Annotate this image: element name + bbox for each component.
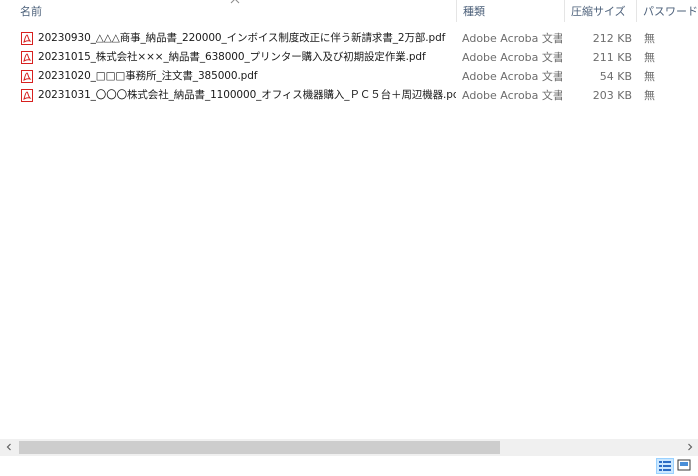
column-header-type-label: 種類 (463, 5, 485, 18)
file-type: Adobe Acroba 文書 (462, 70, 562, 83)
file-name: 20231020_□□□事務所_注文書_385000.pdf (38, 70, 258, 82)
chevron-right-icon[interactable] (681, 439, 698, 456)
pdf-file-icon (21, 70, 33, 83)
details-view-button[interactable] (656, 458, 674, 474)
file-password: 無 (644, 51, 655, 64)
pdf-file-icon (21, 51, 33, 64)
file-password: 無 (644, 32, 655, 45)
column-header-type[interactable]: 種類 (456, 0, 564, 22)
status-bar (0, 456, 698, 476)
column-header-password-label: パスワード保護 (643, 5, 698, 18)
file-size: 212 KB (592, 32, 632, 45)
file-row[interactable]: 20231015_株式会社×××_納品書_638000_プリンター購入及び初期設… (0, 48, 698, 67)
chevron-left-icon[interactable] (0, 439, 17, 456)
file-name: 20230930_△△△商事_納品書_220000_インボイス制度改正に伴う新請… (38, 32, 446, 44)
file-size: 54 KB (599, 70, 632, 83)
large-icons-view-icon (676, 459, 692, 475)
column-header-name[interactable]: 名前 (14, 0, 454, 22)
file-size: 203 KB (592, 89, 632, 102)
file-type: Adobe Acroba 文書 (462, 89, 562, 102)
column-header-password[interactable]: パスワード保護 (636, 0, 698, 22)
large-icons-view-button[interactable] (676, 458, 694, 474)
pdf-file-icon (21, 89, 33, 102)
file-row[interactable]: 20231020_□□□事務所_注文書_385000.pdf Adobe Acr… (0, 67, 698, 86)
file-name: 20231015_株式会社×××_納品書_638000_プリンター購入及び初期設… (38, 51, 426, 63)
file-size: 211 KB (592, 51, 632, 64)
pdf-file-icon (21, 32, 33, 45)
horizontal-scrollbar[interactable] (0, 439, 698, 456)
file-password: 無 (644, 70, 655, 83)
details-view-icon (657, 461, 673, 476)
column-header-size[interactable]: 圧縮サイズ (564, 0, 636, 22)
scrollbar-thumb[interactable] (19, 441, 500, 454)
file-name: 20231031_〇〇〇株式会社_納品書_1100000_オフィス機器購入_ＰＣ… (38, 89, 456, 101)
file-type: Adobe Acroba 文書 (462, 32, 562, 45)
column-header: 名前 種類 圧縮サイズ パスワード保護 (0, 0, 698, 22)
file-row[interactable]: 20230930_△△△商事_納品書_220000_インボイス制度改正に伴う新請… (0, 29, 698, 48)
column-header-size-label: 圧縮サイズ (571, 5, 626, 18)
file-row[interactable]: 20231031_〇〇〇株式会社_納品書_1100000_オフィス機器購入_ＰＣ… (0, 86, 698, 105)
file-password: 無 (644, 89, 655, 102)
file-type: Adobe Acroba 文書 (462, 51, 562, 64)
column-header-name-label: 名前 (20, 5, 42, 18)
